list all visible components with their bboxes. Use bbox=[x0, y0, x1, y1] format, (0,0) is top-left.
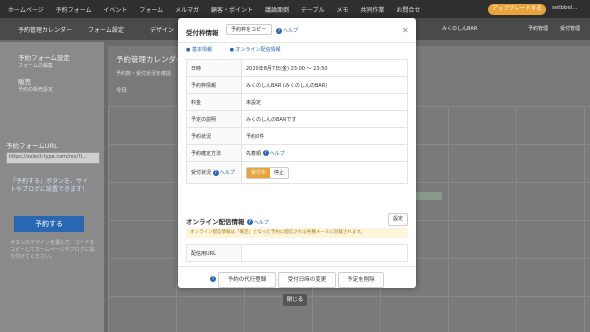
top-nav-item[interactable]: メルマガ bbox=[175, 7, 199, 14]
help-label: ヘルプ bbox=[253, 220, 269, 226]
table-row: 日時 2020年8月7日(金) 23:00 〜 23:50 bbox=[186, 59, 408, 77]
row-value: 予約0件 bbox=[241, 127, 408, 145]
sidebar: 予約フォーム設定 フォームの編集 販売 予約の販売設定 予約フォームURL ht… bbox=[0, 42, 104, 332]
tab-online-label: オンライン配信情報 bbox=[235, 47, 281, 53]
row-key: 予定の説明 bbox=[186, 110, 242, 128]
top-navigation: ホームページ 予約フォーム イベント フォーム メルマガ 顧客・ポイント 議論面… bbox=[0, 0, 590, 18]
confirm-method: 先着順 bbox=[246, 150, 262, 157]
row-key: 予約状況 bbox=[186, 127, 242, 145]
online-settings-button[interactable]: 設定 bbox=[388, 213, 408, 226]
help-link[interactable]: ? ヘルプ bbox=[276, 27, 298, 34]
form-settings-title[interactable]: 予約フォーム設定 bbox=[18, 52, 70, 62]
row-value: 2020年8月7日(金) 23:00 〜 23:50 bbox=[241, 59, 408, 77]
form-url-label: 予約フォームURL bbox=[6, 142, 58, 150]
table-row: 配信用URL bbox=[186, 244, 408, 262]
sales-title[interactable]: 販売 bbox=[18, 76, 31, 86]
table-row: 予約枠情報 みくのしんBAR (みくのしんのBAR) bbox=[186, 76, 408, 94]
calendar-menu-label[interactable]: 予約管理カレンダー bbox=[18, 25, 72, 34]
row-value: みくのしんBAR (みくのしんのBAR) bbox=[241, 76, 408, 94]
form-settings-sub: フォームの編集 bbox=[18, 63, 53, 69]
row-key: 予約確定方法 bbox=[186, 144, 242, 162]
copy-slot-button[interactable]: 予約枠をコピー bbox=[226, 24, 272, 35]
copy-slot-label: 予約枠をコピー bbox=[231, 27, 267, 33]
row-key: 日時 bbox=[186, 59, 242, 77]
table-row: 予約状況 予約0件 bbox=[186, 127, 408, 145]
modal-title: 受付枠情報 bbox=[186, 29, 219, 37]
reception-button[interactable]: 受付管理 bbox=[560, 25, 580, 32]
embed-note: 「予約する」ボタンを、サイトやブログに設置できます！ bbox=[10, 178, 89, 193]
top-nav-items: ホームページ 予約フォーム イベント フォーム メルマガ 顧客・ポイント 議論面… bbox=[8, 5, 430, 14]
tab-online-info[interactable]: ● オンライン配信情報 bbox=[230, 47, 289, 53]
shop-name[interactable]: みくのしんBAR bbox=[442, 25, 477, 32]
upgrade-button[interactable]: アップグレードする bbox=[488, 4, 546, 15]
tab-basic-label: 基本情報 bbox=[191, 47, 212, 53]
embed-instructions: ボタンのデザインを選んで、コードをコピーしてホームページやブログに貼り付けてくだ… bbox=[10, 240, 95, 260]
form-url-field[interactable]: https://select-type.com/rsv/?i... bbox=[6, 152, 100, 164]
calendar-event-marker[interactable] bbox=[414, 192, 442, 200]
row-value: 受付中 停止 bbox=[241, 161, 408, 184]
table-row: 予約確定方法 先着順 ? ヘルプ bbox=[186, 144, 408, 162]
row-value: 先着順 ? ヘルプ bbox=[241, 144, 408, 162]
stream-url-table: 配信用URL bbox=[186, 244, 408, 262]
online-notice: オンライン配信情報は「確定」となった予約に配信される各種メールに記載されます。 bbox=[186, 228, 408, 238]
top-nav-item[interactable]: ホームページ bbox=[8, 7, 44, 14]
row-key: 料金 bbox=[186, 93, 242, 111]
status-on[interactable]: 受付中 bbox=[247, 167, 271, 178]
table-row: 料金 未設定 bbox=[186, 93, 408, 111]
row-key: 受付状況 ? ヘルプ bbox=[186, 161, 242, 184]
today-button[interactable]: 今日 bbox=[116, 86, 127, 94]
top-nav-item[interactable]: 予約フォーム bbox=[56, 7, 92, 14]
top-nav-item[interactable]: 共同作業 bbox=[360, 7, 384, 14]
calendar-title: 予約管理カレンダー bbox=[116, 55, 184, 64]
top-nav-item[interactable]: メモ bbox=[336, 7, 348, 14]
slot-info-table: 日時 2020年8月7日(金) 23:00 〜 23:50 予約枠情報 みくのしんB… bbox=[186, 59, 408, 184]
online-section-title: オンライン配信情報 ? ヘルプ bbox=[186, 216, 269, 226]
top-nav-item[interactable]: イベント bbox=[103, 7, 127, 14]
top-nav-item[interactable]: 顧客・ポイント bbox=[211, 7, 253, 14]
tab-basic-info[interactable]: ● 基本情報 bbox=[186, 47, 220, 53]
help-label: ヘルプ bbox=[283, 28, 299, 34]
help-label: ヘルプ bbox=[219, 170, 235, 176]
slot-info-modal: 受付枠情報 予約枠をコピー ? ヘルプ ✕ ● 基本情報 ● オンライン配信情報 … bbox=[178, 18, 416, 288]
stream-url-value bbox=[241, 244, 408, 262]
help-label: ヘルプ bbox=[269, 150, 285, 157]
form-url-value: https://select-type.com/rsv/?i... bbox=[9, 154, 87, 160]
proxy-booking-button[interactable]: 予約の代行登録 bbox=[218, 272, 276, 288]
help-icon: ? bbox=[276, 27, 282, 34]
modal-header: 受付枠情報 予約枠をコピー ? ヘルプ ✕ bbox=[178, 18, 416, 43]
stream-url-key: 配信用URL bbox=[186, 244, 242, 262]
top-nav-item[interactable]: 議論面倒 bbox=[265, 7, 289, 14]
top-nav-item[interactable]: フォーム bbox=[139, 7, 163, 14]
delete-slot-button[interactable]: 予定を削除 bbox=[338, 272, 384, 288]
status-off[interactable]: 停止 bbox=[270, 168, 288, 178]
modal-footer: ? 予約の代行登録 受付日時の変更 予定を削除 bbox=[178, 266, 416, 289]
modal-tabs: ● 基本情報 ● オンライン配信情報 bbox=[186, 46, 297, 53]
confirm-method-help[interactable]: ? ヘルプ bbox=[262, 150, 285, 157]
manage-button[interactable]: 予約管理 bbox=[528, 25, 548, 32]
calendar-hint: 予約数・受付状況を確認 bbox=[116, 71, 172, 77]
change-datetime-button[interactable]: 受付日時の変更 bbox=[278, 272, 336, 288]
close-modal-button[interactable]: 閉じる bbox=[283, 294, 307, 306]
sales-sub: 予約の販売設定 bbox=[18, 87, 54, 93]
form-settings-label[interactable]: フォーム設定 bbox=[88, 25, 124, 34]
close-icon[interactable]: ✕ bbox=[402, 26, 409, 35]
help-icon[interactable]: ? bbox=[212, 169, 219, 176]
status-key-label: 受付状況 bbox=[191, 170, 212, 176]
reserve-button[interactable]: 予約する bbox=[14, 216, 84, 232]
table-row: 予定の説明 みくのしんのBARです bbox=[186, 110, 408, 128]
table-row: 受付状況 ? ヘルプ 受付中 停止 bbox=[186, 161, 408, 184]
row-value: 未設定 bbox=[241, 93, 408, 111]
row-key: 予約枠情報 bbox=[186, 76, 242, 94]
design-label[interactable]: デザイン bbox=[150, 25, 174, 34]
row-value: みくのしんのBARです bbox=[241, 110, 408, 128]
status-toggle[interactable]: 受付中 停止 bbox=[246, 166, 290, 179]
online-title-text: オンライン配信情報 bbox=[186, 218, 245, 226]
top-nav-item[interactable]: テーブル bbox=[301, 7, 325, 14]
help-icon[interactable]: ? bbox=[246, 219, 253, 225]
user-menu[interactable]: setbbel... bbox=[552, 5, 578, 11]
top-nav-item[interactable]: お問合せ bbox=[396, 7, 420, 14]
help-icon: ? bbox=[262, 150, 269, 156]
help-icon[interactable]: ? bbox=[210, 276, 216, 282]
